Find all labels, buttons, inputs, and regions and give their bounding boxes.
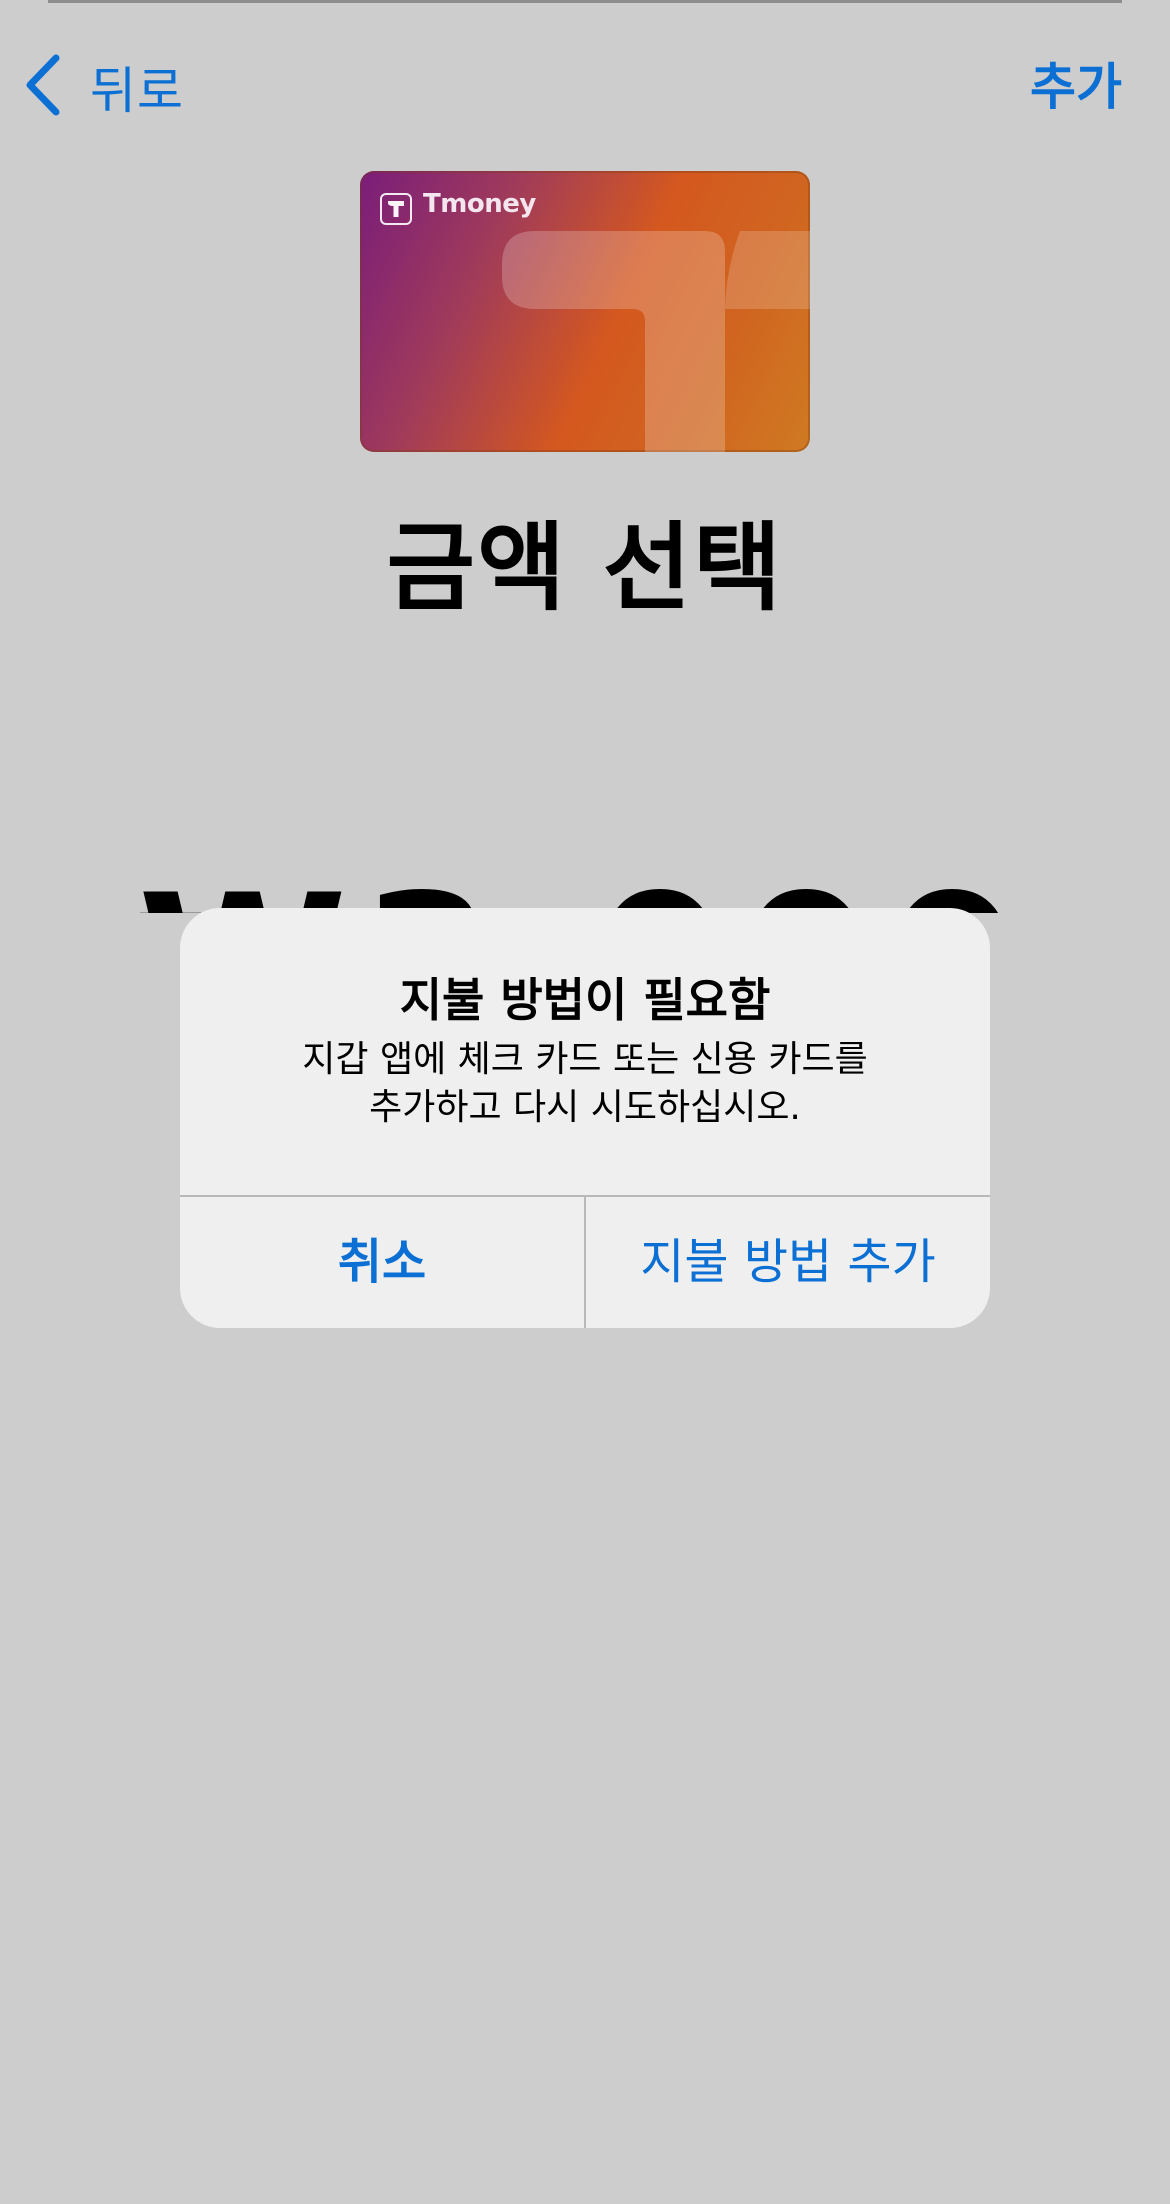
card-brand-name: Tmoney (423, 189, 536, 219)
alert-message: 지갑 앱에 체크 카드 또는 신용 카드를 추가하고 다시 시도하십시오. (240, 1036, 930, 1132)
tmoney-card-image: Tmoney (360, 171, 810, 452)
chevron-left-icon (22, 54, 62, 120)
payment-method-required-alert: 지불 방법이 필요함 지갑 앱에 체크 카드 또는 신용 카드를 추가하고 다시… (180, 908, 990, 1328)
alert-title: 지불 방법이 필요함 (399, 973, 771, 1027)
add-button[interactable]: 추가 (1030, 52, 1122, 122)
alert-message-line-2: 추가하고 다시 시도하십시오. (369, 1087, 801, 1128)
back-label: 뒤로 (90, 62, 184, 120)
page-title: 금액 선택 (386, 512, 784, 624)
cancel-button[interactable]: 취소 (180, 1196, 584, 1328)
amount-value: ₩3,000 (138, 865, 1033, 913)
back-button[interactable]: 뒤로 (22, 52, 184, 122)
add-payment-method-button[interactable]: 지불 방법 추가 (586, 1196, 990, 1328)
navigation-bar: 뒤로 추가 (0, 0, 1170, 170)
tmoney-logo-icon (380, 193, 412, 225)
screen: 뒤로 추가 Tmoney 금액 선택 ₩3,000 지불 방법이 필요함 지갑 … (0, 0, 1170, 2204)
alert-message-line-1: 지갑 앱에 체크 카드 또는 신용 카드를 (302, 1039, 868, 1080)
amount-display: ₩3,000 (0, 865, 1170, 913)
